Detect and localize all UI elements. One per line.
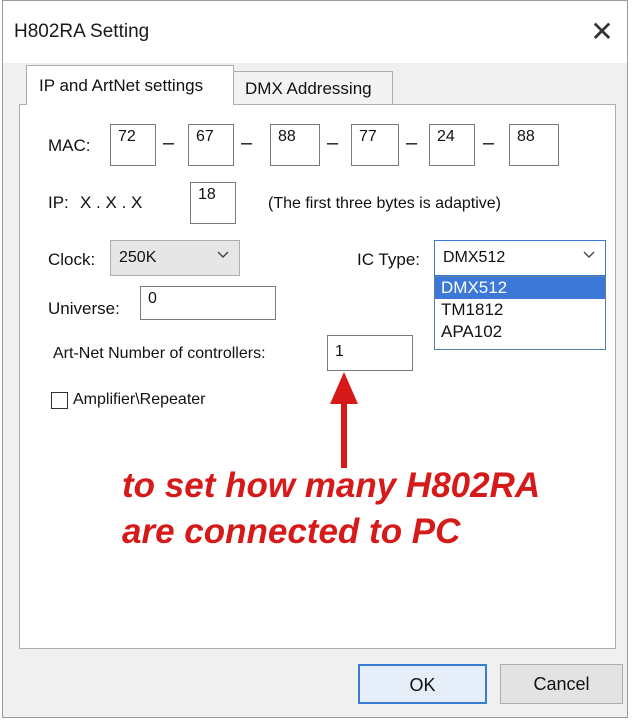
title-bar: H802RA Setting ✕ xyxy=(3,1,627,63)
ip-label: IP: xyxy=(48,193,69,212)
universe-input[interactable]: 0 xyxy=(140,286,276,320)
mac-octet-6-input[interactable]: 88 xyxy=(509,124,559,166)
universe-label: Universe: xyxy=(48,299,120,318)
mac-separator: – xyxy=(483,132,495,154)
close-icon[interactable]: ✕ xyxy=(585,15,619,49)
ic-type-option-apa102[interactable]: APA102 xyxy=(435,321,605,343)
mac-octet-3-input[interactable]: 88 xyxy=(270,124,320,166)
dialog-title: H802RA Setting xyxy=(14,21,150,42)
ic-type-label: IC Type: xyxy=(357,250,420,269)
annotation-line-1: to set how many H802RA xyxy=(122,466,541,505)
amplifier-repeater-label: Amplifier\Repeater xyxy=(73,391,206,408)
mac-separator: – xyxy=(406,132,418,154)
ic-type-dropdown-list: DMX512 TM1812 APA102 xyxy=(434,276,606,350)
ok-button[interactable]: OK xyxy=(358,664,487,704)
ic-type-option-tm1812[interactable]: TM1812 xyxy=(435,299,605,321)
ic-type-select[interactable]: DMX512 xyxy=(434,240,606,276)
mac-separator: – xyxy=(327,132,339,154)
clock-select-value: 250K xyxy=(119,249,157,266)
mac-octet-1-input[interactable]: 72 xyxy=(110,124,156,166)
ic-type-option-dmx512[interactable]: DMX512 xyxy=(435,277,605,299)
tab-dmx-addressing[interactable]: DMX Addressing xyxy=(233,71,393,105)
ic-type-select-value: DMX512 xyxy=(443,249,506,266)
annotation-line-2: are connected to PC xyxy=(122,512,461,551)
ip-adaptive-note: (The first three bytes is adaptive) xyxy=(268,195,501,212)
chevron-down-icon xyxy=(583,251,595,258)
clock-select[interactable]: 250K xyxy=(110,240,240,276)
mac-label: MAC: xyxy=(48,136,91,155)
tab-panel xyxy=(19,104,616,649)
mac-octet-2-input[interactable]: 67 xyxy=(188,124,234,166)
arrow-up-icon xyxy=(330,372,358,468)
artnet-controllers-input[interactable]: 1 xyxy=(327,335,413,371)
artnet-controllers-label: Art-Net Number of controllers: xyxy=(53,345,266,362)
mac-octet-5-input[interactable]: 24 xyxy=(429,124,475,166)
mac-octet-4-input[interactable]: 77 xyxy=(351,124,399,166)
chevron-down-icon xyxy=(217,251,229,258)
cancel-button[interactable]: Cancel xyxy=(500,664,623,704)
clock-label: Clock: xyxy=(48,250,96,269)
mac-separator: – xyxy=(163,132,175,154)
ip-last-byte-input[interactable]: 18 xyxy=(190,182,236,224)
mac-separator: – xyxy=(241,132,253,154)
tab-ip-artnet-settings[interactable]: IP and ArtNet settings xyxy=(26,65,234,105)
ip-fixed-bytes: X . X . X xyxy=(80,193,143,212)
amplifier-repeater-checkbox[interactable] xyxy=(51,392,68,409)
